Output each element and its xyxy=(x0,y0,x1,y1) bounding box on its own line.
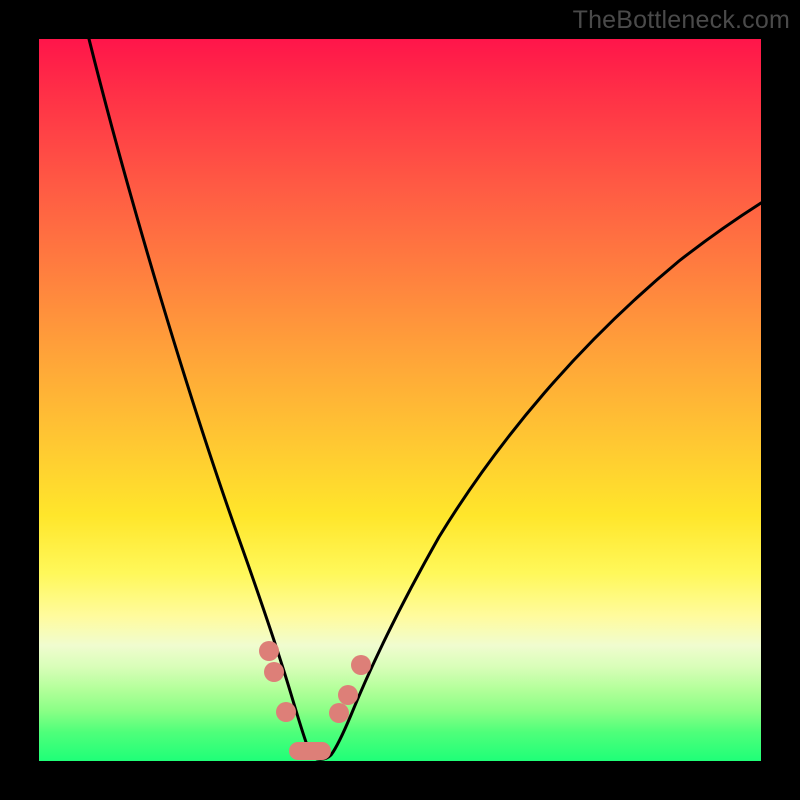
curve-layer xyxy=(39,39,761,761)
bottleneck-curve xyxy=(89,39,761,759)
chart-frame: TheBottleneck.com xyxy=(0,0,800,800)
watermark-text: TheBottleneck.com xyxy=(573,6,790,35)
trough-floor-band xyxy=(289,742,331,760)
plot-area xyxy=(39,39,761,761)
